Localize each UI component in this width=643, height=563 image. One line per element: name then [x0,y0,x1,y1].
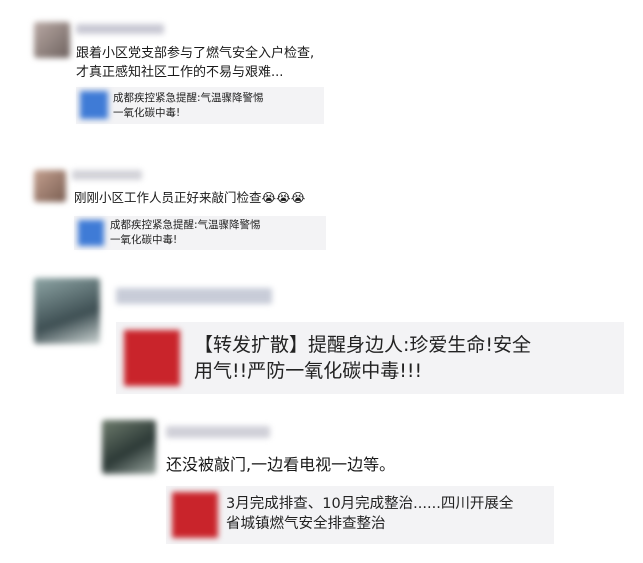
article-title: 3月完成排查、10月完成整治......四川开展全 省城镇燃气安全排查整治 [226,496,514,532]
post-text: 跟着小区党支部参与了燃气安全入户检查, 才真正感知社区工作的不易与艰难... [76,46,315,80]
article-title: 成都疾控紧急提醒:气温骤降警惕 一氧化碳中毒! [110,219,261,246]
username-redacted[interactable] [72,170,142,180]
shared-article-card[interactable]: 成都疾控紧急提醒:气温骤降警惕 一氧化碳中毒! [76,87,324,124]
username-redacted[interactable] [166,426,270,438]
post-text: 还没被敲门,一边看电视一边等。 [166,455,396,474]
avatar[interactable] [34,170,66,202]
article-title: 成都疾控紧急提醒:气温骤降警惕 一氧化碳中毒! [113,92,264,119]
moment-post-4: 还没被敲门,一边看电视一边等。 3月完成排查、10月完成整治......四川开展… [0,410,643,560]
article-title: 【转发扩散】提醒身边人:珍爱生命!安全 用气!!严防一氧化碳中毒!!! [194,334,532,382]
shared-article-card[interactable]: 【转发扩散】提醒身边人:珍爱生命!安全 用气!!严防一氧化碳中毒!!! [116,322,624,394]
moment-post-1: 跟着小区党支部参与了燃气安全入户检查, 才真正感知社区工作的不易与艰难... 成… [0,0,643,140]
post-text: 刚刚小区工作人员正好来敲门检查😭😭😭 [74,190,306,205]
article-thumbnail [172,492,218,538]
avatar[interactable] [34,278,100,344]
moment-post-3: 【转发扩散】提醒身边人:珍爱生命!安全 用气!!严防一氧化碳中毒!!! [0,270,643,405]
article-thumbnail [124,330,180,386]
username-redacted[interactable] [76,24,164,34]
article-thumbnail [78,220,104,246]
moment-post-2: 刚刚小区工作人员正好来敲门检查😭😭😭 成都疾控紧急提醒:气温骤降警惕 一氧化碳中… [0,150,643,260]
shared-article-card[interactable]: 3月完成排查、10月完成整治......四川开展全 省城镇燃气安全排查整治 [166,486,554,544]
username-redacted[interactable] [116,288,272,304]
article-thumbnail [80,91,108,119]
avatar[interactable] [102,420,156,474]
avatar[interactable] [34,22,70,58]
shared-article-card[interactable]: 成都疾控紧急提醒:气温骤降警惕 一氧化碳中毒! [74,216,326,250]
